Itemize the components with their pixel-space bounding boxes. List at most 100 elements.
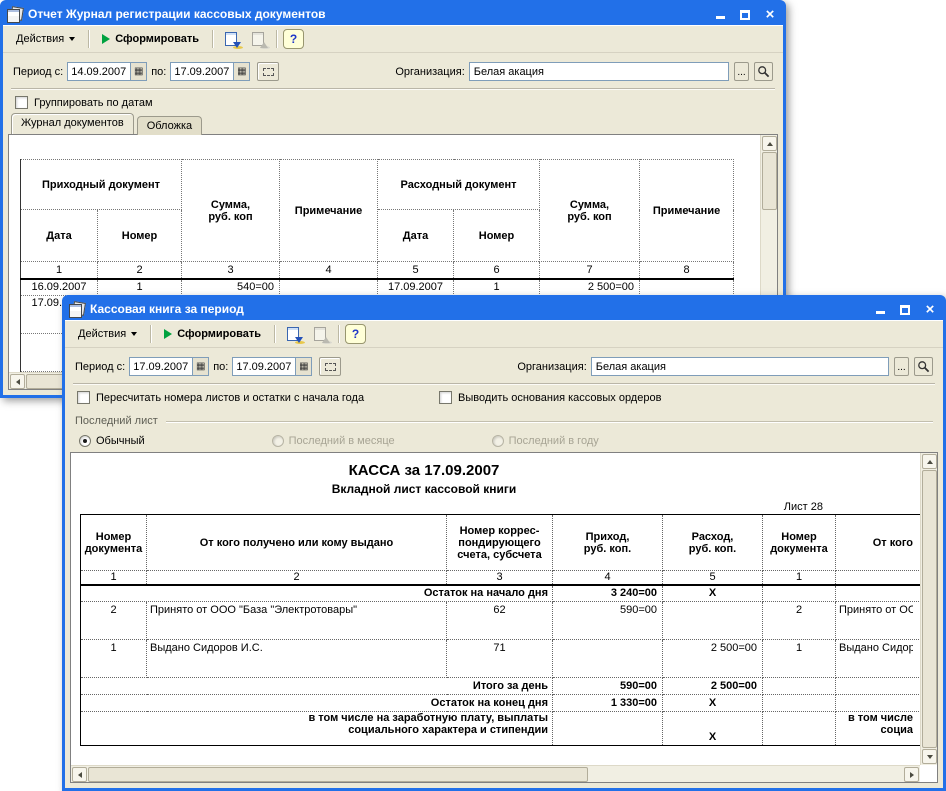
show-basis-checkbox[interactable] [439,391,452,404]
entry-account: 62 [446,601,553,640]
radio-last-in-year: Последний в году [491,435,599,447]
generate-button[interactable]: Сформировать [157,323,268,345]
tab-journal-documents[interactable]: Журнал документов [11,113,134,134]
entry-income: 590=00 [552,601,663,640]
dashed-range-icon [324,362,336,371]
group-by-dates-label: Группировать по датам [34,96,153,109]
organization-open-button[interactable] [914,357,933,376]
entry-who: Принято от ООО "База "Электротовары" [146,601,447,640]
recalc-sheets-checkbox[interactable] [77,391,90,404]
column-numbers-row: 1 2 3 4 5 6 7 8 [20,261,735,280]
organization-field [468,62,729,81]
including-row: в том числе на заработную плату, выплаты… [80,711,920,746]
help-icon[interactable]: ? [283,28,304,49]
organization-choose-button[interactable]: ... [734,62,749,81]
radio-last-in-year-label: Последний в году [508,435,599,447]
toolbar-divider [88,29,90,48]
scroll-up-button[interactable] [762,136,777,151]
generate-button[interactable]: Сформировать [95,28,206,50]
calendar-icon[interactable]: ▦ [295,358,312,375]
cashbook-period-row: Период с: ▦ по: ▦ Организация: ... [65,348,943,383]
cell: 16.09.2007 [20,278,98,296]
cell: 17.09.2007 [377,278,454,296]
cashbook-titlebar[interactable]: Кассовая книга за период × [65,298,943,320]
scroll-right-button[interactable] [904,767,919,782]
journal-toolbar: Действия Сформировать ? [3,25,783,53]
scroll-up-button[interactable] [922,454,937,469]
scroll-left-button[interactable] [72,767,87,782]
calendar-icon[interactable]: ▦ [233,63,250,80]
minimize-button[interactable] [873,302,887,316]
radio-selected-icon[interactable] [79,435,91,447]
magnifier-icon [758,66,770,78]
actions-menu-button[interactable]: Действия [9,28,82,50]
scrollbar-thumb[interactable] [922,470,937,748]
period-from-input[interactable] [68,63,131,80]
play-icon [164,328,173,339]
close-button[interactable]: × [923,302,937,317]
toolbar-divider [150,324,152,343]
period-from-input[interactable] [130,358,193,375]
col-num: 4 [279,261,378,280]
cashbook-options-row: Пересчитать номера листов и остатки с на… [65,385,943,408]
arrow-down-icon [926,754,933,759]
save-settings-icon[interactable] [219,28,243,50]
help-icon[interactable]: ? [345,323,366,344]
organization-choose-button[interactable]: ... [894,357,909,376]
period-picker-button[interactable] [319,357,342,376]
dashed-range-icon [262,67,274,76]
group-by-dates-checkbox[interactable] [15,96,28,109]
cashbook-table[interactable]: Номер документа От кого получено или ком… [80,514,920,746]
header-incoming-doc: Приходный документ [20,159,182,210]
report-window-icon [69,302,85,318]
organization-label: Организация: [395,65,465,78]
including-label: в том числе на заработную плату, выплаты… [80,711,553,746]
minimize-button[interactable] [713,7,727,21]
header-doc-number: Номер документа [80,514,147,571]
last-sheet-options: Обычный Последний в месяце Последний в г… [65,428,943,452]
desktop: Отчет Журнал регистрации кассовых докуме… [0,0,946,791]
calendar-icon[interactable]: ▦ [130,63,147,80]
including-right-fragment: в том числе социа [835,711,920,746]
vertical-scrollbar[interactable] [920,453,937,765]
calendar-icon[interactable]: ▦ [192,358,209,375]
restore-settings-icon [308,323,332,345]
maximize-button[interactable] [898,302,912,316]
scrollbar-thumb[interactable] [762,152,777,210]
tab-cover[interactable]: Обложка [136,116,203,135]
maximize-button[interactable] [738,7,752,21]
save-settings-icon[interactable] [281,323,305,345]
chevron-down-icon [131,331,138,336]
organization-input[interactable] [591,360,888,373]
sheet-number-label: Лист 28 [783,501,823,513]
restore-settings-icon [246,28,270,50]
period-to-field: ▦ [232,357,313,376]
cell [762,694,836,712]
journal-titlebar[interactable]: Отчет Журнал регистрации кассовых докуме… [3,3,783,25]
total-row: Итого за день 590=00 2 500=00 [80,677,920,695]
period-to-input[interactable] [233,358,296,375]
scroll-down-button[interactable] [922,749,937,764]
organization-input[interactable] [469,65,728,78]
radio-ordinary[interactable]: Обычный [79,435,145,447]
period-picker-button[interactable] [257,62,280,81]
entry-who-2: Принято от ООО "База "Электротовары" [835,601,920,640]
entry-row: 2 Принято от ООО "База "Электротовары" 6… [80,601,920,640]
close-button[interactable]: × [763,7,777,22]
horizontal-scrollbar[interactable] [71,765,920,782]
closing-balance-row: Остаток на конец дня 1 330=00 Х [80,694,920,712]
cashbook-toolbar: Действия Сформировать ? [65,320,943,348]
scrollbar-thumb[interactable] [88,767,588,782]
scroll-left-button[interactable] [10,374,25,389]
journal-period-row: Период с: ▦ по: ▦ Организация: ... [3,53,783,88]
actions-menu-button[interactable]: Действия [71,323,144,345]
organization-open-button[interactable] [754,62,773,81]
period-to-input[interactable] [171,63,234,80]
col-num: 1 [20,261,98,280]
total-expense: 2 500=00 [662,677,763,695]
last-sheet-group-text: Последний лист [75,415,158,427]
period-to-label: по: [151,65,167,78]
cashbook-spreadsheet-panel: КАССА за 17.09.2007 Вкладной лист кассов… [70,452,938,783]
report-title: КАССА за 17.09.2007 [348,462,500,479]
radio-disabled-icon [491,435,504,447]
